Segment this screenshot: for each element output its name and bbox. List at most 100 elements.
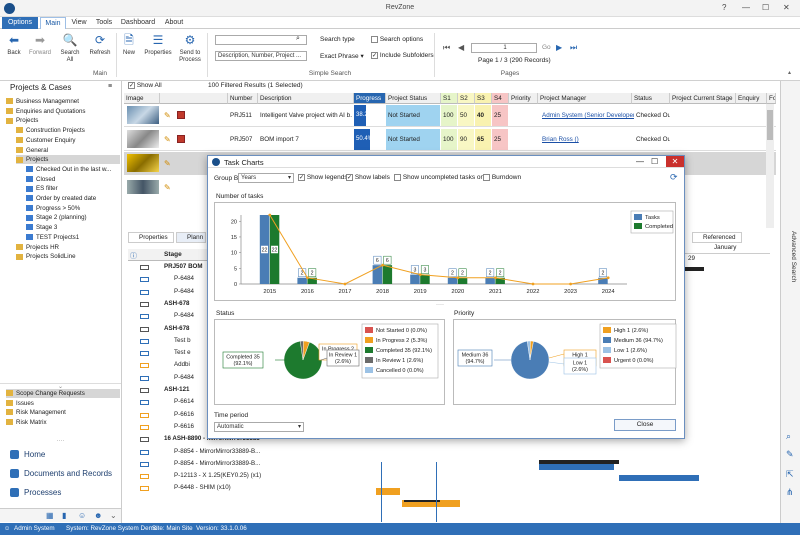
column-header[interactable]: S2 <box>458 93 475 104</box>
tab-planning[interactable]: Plann <box>176 232 206 243</box>
stage-row[interactable]: P-6484 <box>174 275 194 282</box>
search-options-toggle[interactable]: Search options <box>371 36 423 43</box>
help-icon[interactable]: ? <box>722 3 726 12</box>
stage-row[interactable]: P-6484 <box>174 374 194 381</box>
tree-item[interactable]: Business Managemnet <box>6 97 79 106</box>
show-legends-toggle[interactable]: Show legends <box>298 174 348 181</box>
show-labels-checkbox[interactable] <box>346 174 353 181</box>
tab-tools[interactable]: Tools <box>92 17 116 29</box>
refresh-icon[interactable]: ⟳ <box>670 172 678 183</box>
grid-scrollbar[interactable] <box>766 104 774 228</box>
tab-referenced[interactable]: Referenced <box>692 232 742 243</box>
tree-item[interactable]: Risk Management <box>6 408 66 417</box>
tab-view[interactable]: View <box>68 17 90 29</box>
time-period-select[interactable]: Automatic ▾ <box>214 422 304 432</box>
last-page-icon[interactable]: ⏭ <box>570 43 577 53</box>
column-header[interactable]: Priority <box>509 93 538 104</box>
column-header[interactable]: Project Manager <box>538 93 632 104</box>
column-header[interactable]: Project Status <box>386 93 441 104</box>
refresh-button[interactable]: ⟳ Refresh <box>86 32 114 57</box>
search-fields-dropdown[interactable]: Description, Number, Project ... <box>215 51 307 61</box>
column-header[interactable]: S1 <box>441 93 458 104</box>
users-icon[interactable]: ☺ <box>78 511 86 520</box>
show-uncompleted-checkbox[interactable] <box>394 174 401 181</box>
tree-item[interactable]: Enquiries and Quotations <box>6 107 85 116</box>
tree-item[interactable]: ES filter <box>26 184 58 193</box>
search-options-checkbox[interactable] <box>371 36 378 43</box>
send-to-process-button[interactable]: ⚙ Send to Process <box>176 32 204 64</box>
tab-about[interactable]: About <box>160 17 188 29</box>
tree-item[interactable]: Order by created date <box>26 194 96 203</box>
tree-item[interactable]: Closed <box>26 175 55 184</box>
tree-item[interactable]: General <box>16 146 48 155</box>
chevron-down-icon[interactable]: ⌄ <box>110 511 117 520</box>
show-legends-checkbox[interactable] <box>298 174 305 181</box>
tree-item[interactable]: Risk Matrix <box>6 418 47 427</box>
burndown-toggle[interactable]: Burndown <box>483 174 521 181</box>
stage-row[interactable]: P-8854 - MirrorMirror33889-B... <box>174 460 260 467</box>
stage-row[interactable]: P-6616 <box>174 423 194 430</box>
tree-item[interactable]: Stage 3 <box>26 223 57 232</box>
edit-icon[interactable]: ✎ <box>164 159 171 168</box>
edit-icon[interactable]: ✎ <box>786 449 794 460</box>
include-subfolders-toggle[interactable]: Include Subfolders <box>371 52 434 59</box>
dialog-close-icon[interactable]: ✕ <box>666 156 684 167</box>
group-by-select[interactable]: Years ▾ <box>238 173 294 183</box>
close-button[interactable]: Close <box>614 419 676 431</box>
show-labels-toggle[interactable]: Show labels <box>346 174 390 181</box>
tab-properties[interactable]: Properties <box>128 232 174 243</box>
column-header[interactable]: Fo <box>767 93 776 104</box>
gantt-task-bar[interactable] <box>376 488 400 495</box>
stage-row[interactable]: Addbi <box>174 361 190 368</box>
stage-row[interactable]: Test b <box>174 337 191 344</box>
dialog-maximize-icon[interactable]: ☐ <box>651 157 658 166</box>
page-number-input[interactable]: 1 <box>471 43 537 53</box>
advanced-search-tab[interactable]: Advanced Search <box>785 231 797 321</box>
column-header[interactable] <box>160 93 228 104</box>
column-header[interactable]: Description <box>258 93 354 104</box>
column-header[interactable]: S3 <box>475 93 492 104</box>
tree-item[interactable]: Scope Change Requests <box>6 389 120 398</box>
tree-item[interactable]: Projects <box>16 155 120 165</box>
tree-item[interactable]: Construction Projects <box>16 126 85 135</box>
search-input[interactable] <box>215 35 307 45</box>
column-header[interactable]: Status <box>632 93 670 104</box>
column-header[interactable]: S4 <box>492 93 509 104</box>
nav-link[interactable]: Home <box>10 448 45 462</box>
search-icon[interactable]: ⌕ <box>786 431 791 442</box>
tree-item[interactable]: Issues <box>6 399 34 408</box>
nav-splitter[interactable]: ···· <box>0 438 121 444</box>
tree-item[interactable]: Progress > 50% <box>26 204 80 213</box>
stage-row[interactable]: P-6614 <box>174 398 194 405</box>
tab-options[interactable]: Options <box>2 17 38 29</box>
column-header[interactable]: Image <box>124 93 160 104</box>
back-button[interactable]: ⬅ Back <box>3 32 25 57</box>
dialog-minimize-icon[interactable]: — <box>636 157 644 166</box>
close-icon[interactable]: ✕ <box>783 3 790 12</box>
edit-icon[interactable]: ✎ <box>164 183 171 192</box>
show-all-checkbox[interactable] <box>128 82 135 89</box>
column-header[interactable]: Number <box>228 93 258 104</box>
gantt-task-bar[interactable] <box>539 464 614 470</box>
column-header[interactable]: Progress <box>354 93 386 104</box>
stage-row[interactable]: P-6616 <box>174 411 194 418</box>
tree-item[interactable]: Projects SolidLine <box>16 252 76 261</box>
project-manager-link[interactable]: Admin System (Senior Developer) <box>540 112 634 119</box>
panel-menu-icon[interactable]: ≡ <box>108 83 112 90</box>
tree-item[interactable]: Projects <box>6 116 38 125</box>
tree-item[interactable]: Checked Out in the last w... <box>26 165 111 174</box>
share-icon[interactable]: ⋔ <box>786 487 794 498</box>
previous-page-icon[interactable]: ◀ <box>458 43 464 52</box>
chart-splitter[interactable]: ···· <box>436 302 444 308</box>
next-page-icon[interactable]: ▶ <box>556 43 562 52</box>
stage-row[interactable]: Test e <box>174 349 191 356</box>
exact-phrase-dropdown[interactable]: Exact Phrase ▾ <box>320 52 364 60</box>
export-icon[interactable]: ⇱ <box>786 469 794 480</box>
collapse-ribbon-icon[interactable]: ▴ <box>788 69 791 76</box>
chart-view-icon[interactable]: ▮ <box>62 511 66 520</box>
gantt-task-bar[interactable] <box>619 475 699 481</box>
tree-item[interactable]: Projects HR <box>16 243 59 252</box>
tree-item[interactable]: TEST Projects1 <box>26 233 79 242</box>
nav-link[interactable]: Processes <box>10 486 61 500</box>
first-page-icon[interactable]: ⏮ <box>443 43 450 53</box>
